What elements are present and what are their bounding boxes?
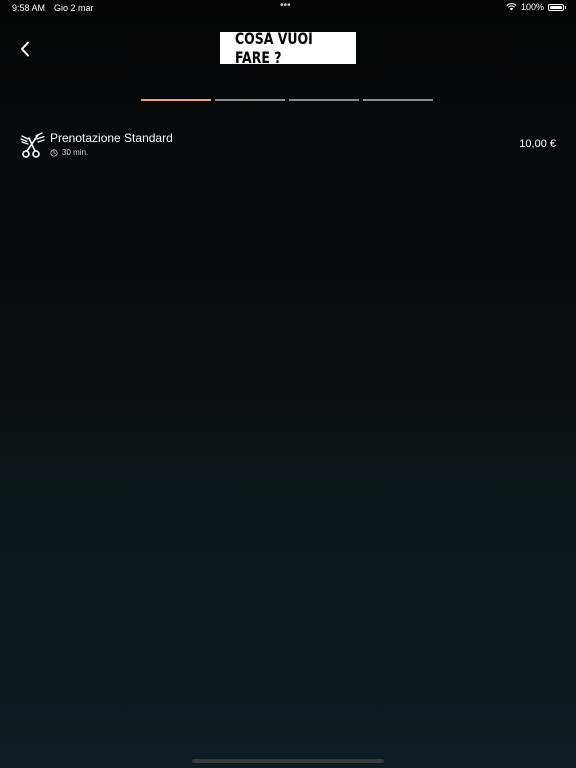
chevron-left-icon	[21, 41, 29, 57]
page-title: COSA VUOI FARE ?	[234, 29, 313, 67]
status-bar: 9:58 AM Gio 2 mar ••• 100%	[0, 0, 576, 16]
battery-percent: 100%	[520, 2, 544, 12]
status-time: 9:58 AM	[12, 3, 46, 13]
status-right: 100%	[506, 2, 566, 12]
status-date: Gio 2 mar	[54, 3, 94, 13]
home-indicator[interactable]	[192, 759, 384, 763]
service-duration-label: 30 min.	[62, 148, 89, 157]
wifi-icon	[506, 3, 517, 11]
progress-step-3	[289, 99, 359, 101]
back-button[interactable]	[14, 38, 36, 60]
clock-icon	[50, 148, 58, 157]
progress-step-4	[363, 99, 433, 101]
service-name: Prenotazione Standard	[50, 131, 173, 145]
service-item[interactable]: Prenotazione Standard 30 min. 10,00 €	[18, 128, 558, 164]
scissors-comb-icon	[20, 132, 45, 158]
step-progress	[141, 99, 433, 101]
progress-step-1	[141, 99, 211, 101]
service-price: 10,00 €	[519, 138, 556, 150]
multitasking-dots-icon[interactable]: •••	[280, 0, 291, 11]
battery-fill	[550, 5, 562, 9]
service-duration: 30 min.	[50, 148, 88, 157]
progress-step-2	[215, 99, 285, 101]
battery-icon	[548, 3, 566, 11]
